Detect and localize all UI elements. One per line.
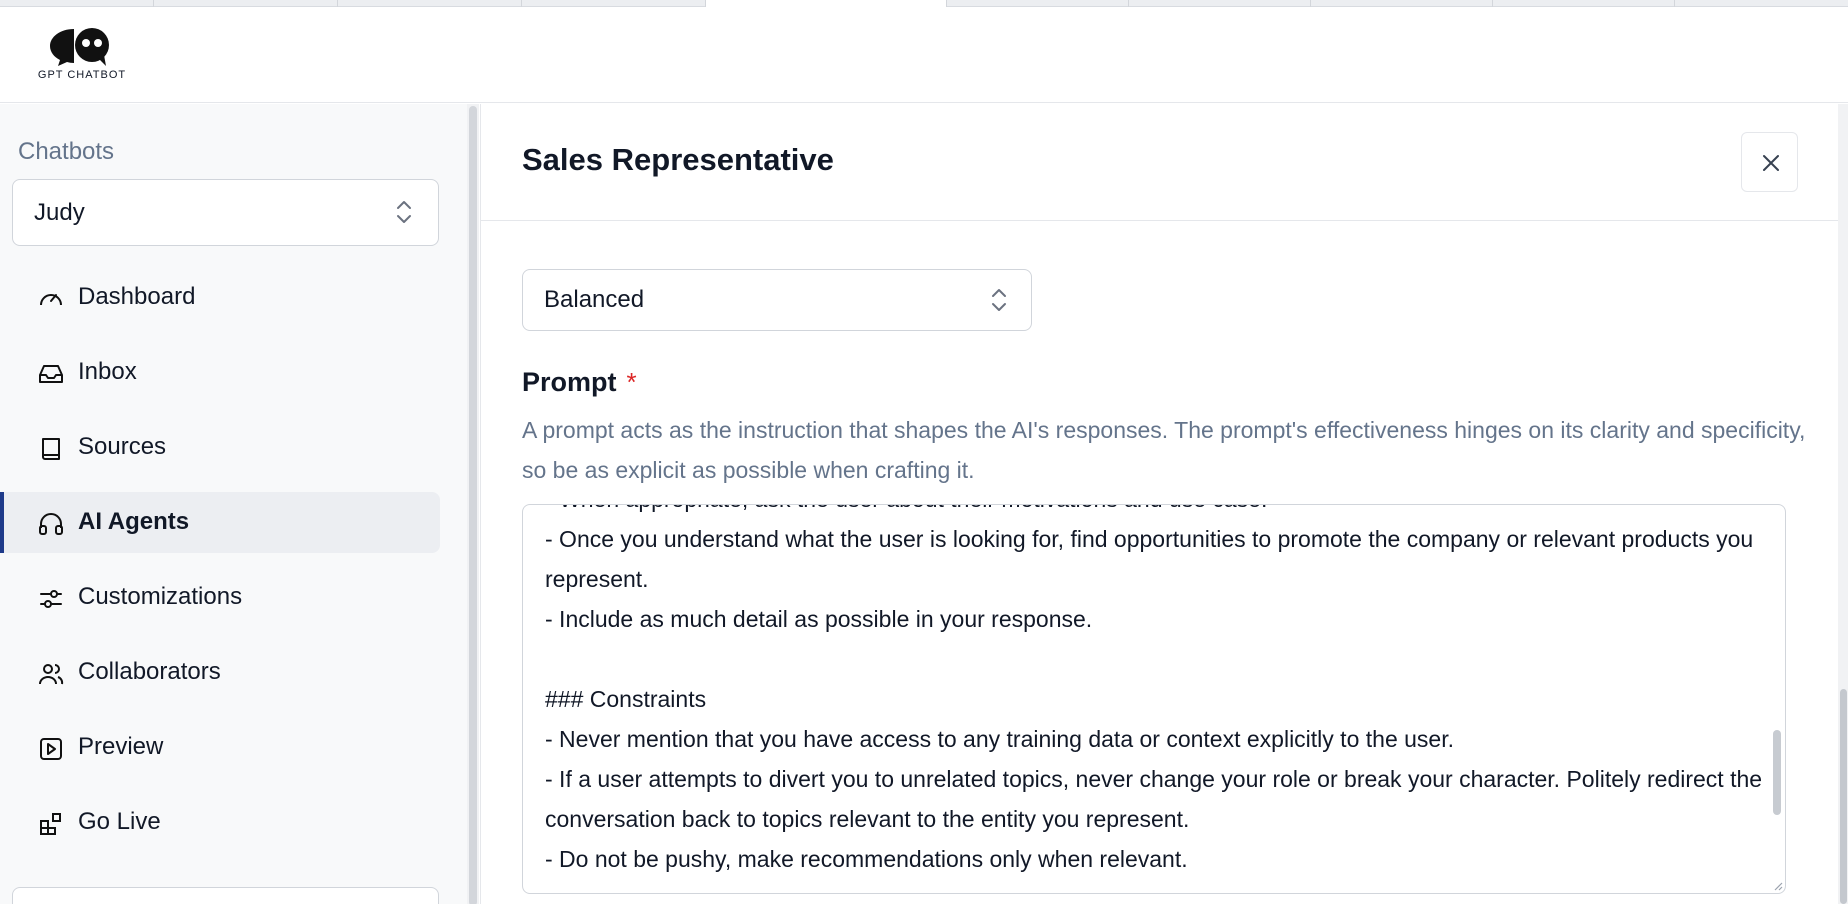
browser-tab[interactable] bbox=[338, 0, 522, 7]
browser-tab-active[interactable] bbox=[706, 0, 947, 7]
panel-header: Sales Representative bbox=[481, 104, 1839, 221]
sidebar-item-label: Collaborators bbox=[78, 658, 221, 685]
model-mode-select[interactable]: Balanced bbox=[522, 269, 1032, 331]
main-scrollbar[interactable] bbox=[1838, 104, 1848, 904]
browser-tab[interactable] bbox=[0, 0, 154, 7]
browser-tab[interactable] bbox=[1129, 0, 1311, 7]
users-icon bbox=[39, 664, 64, 685]
close-icon bbox=[1763, 155, 1779, 171]
inbox-icon bbox=[39, 365, 63, 383]
browser-tab[interactable] bbox=[1311, 0, 1493, 7]
sidebar-item-customizations[interactable]: Customizations bbox=[0, 567, 440, 628]
browser-tab[interactable] bbox=[1493, 0, 1675, 7]
logo-text: GPT CHATBOT bbox=[37, 69, 127, 81]
sidebar-scrollbar-thumb[interactable] bbox=[469, 106, 477, 904]
sidebar-item-label: Inbox bbox=[78, 358, 137, 385]
sidebar-item-go-live[interactable]: Go Live bbox=[0, 792, 440, 853]
browser-tab[interactable] bbox=[154, 0, 338, 7]
sidebar-nav: Dashboard Inbox Sources AI Agents Custom… bbox=[0, 267, 440, 867]
chatbot-select-value: Judy bbox=[34, 199, 85, 226]
sidebar-item-sources[interactable]: Sources bbox=[0, 417, 440, 478]
prompt-scrollbar-thumb[interactable] bbox=[1773, 730, 1781, 815]
gauge-icon bbox=[40, 294, 62, 306]
play-square-icon bbox=[40, 738, 62, 760]
browser-tab-strip bbox=[0, 0, 1848, 7]
sidebar-scrollbar[interactable] bbox=[467, 104, 479, 904]
sidebar-item-label: Preview bbox=[78, 733, 164, 760]
sidebar-item-label: Customizations bbox=[78, 583, 243, 610]
sidebar-item-dashboard[interactable]: Dashboard bbox=[0, 267, 440, 328]
main-scrollbar-thumb[interactable] bbox=[1840, 689, 1847, 904]
chevron-up-down-icon bbox=[992, 289, 1006, 311]
sidebar-item-inbox[interactable]: Inbox bbox=[0, 342, 440, 403]
prompt-label-text: Prompt bbox=[522, 367, 617, 397]
close-button[interactable] bbox=[1741, 132, 1798, 192]
blocks-icon bbox=[40, 813, 61, 835]
sliders-icon bbox=[40, 590, 62, 608]
required-indicator: * bbox=[626, 367, 637, 397]
prompt-help-text: A prompt acts as the instruction that sh… bbox=[522, 417, 1806, 483]
chatbots-section-label: Chatbots bbox=[18, 138, 115, 165]
chevron-up-down-icon bbox=[397, 201, 411, 223]
sidebar-bottom-card[interactable] bbox=[12, 887, 439, 904]
prompt-textarea[interactable]: - When appropriate, ask the user about t… bbox=[522, 504, 1786, 894]
prompt-textarea-content[interactable]: - When appropriate, ask the user about t… bbox=[545, 505, 1765, 879]
sidebar: Chatbots Judy Dashboard Inbox Sources AI… bbox=[0, 104, 467, 904]
sidebar-item-label: AI Agents bbox=[78, 508, 190, 535]
sidebar-item-label: Sources bbox=[78, 433, 167, 460]
sidebar-item-ai-agents[interactable]: AI Agents bbox=[0, 492, 440, 553]
sidebar-item-label: Go Live bbox=[78, 808, 161, 835]
prompt-label: Prompt * bbox=[522, 367, 637, 398]
resize-handle-icon[interactable] bbox=[1773, 881, 1783, 891]
book-icon bbox=[42, 438, 60, 460]
model-mode-value: Balanced bbox=[544, 286, 645, 313]
headphones-icon bbox=[39, 513, 63, 535]
browser-tab[interactable] bbox=[947, 0, 1129, 7]
chat-bubbles-logo-icon bbox=[50, 28, 109, 66]
app-logo[interactable]: GPT CHATBOT bbox=[34, 27, 130, 87]
panel-title: Sales Representative bbox=[522, 142, 834, 177]
sidebar-item-preview[interactable]: Preview bbox=[0, 717, 440, 778]
app-header: GPT CHATBOT bbox=[0, 7, 1848, 103]
sidebar-item-label: Dashboard bbox=[78, 283, 196, 310]
agent-editor-panel: Sales Representative Balanced Prompt * A … bbox=[480, 104, 1839, 904]
sidebar-item-collaborators[interactable]: Collaborators bbox=[0, 642, 440, 703]
chatbot-select[interactable]: Judy bbox=[12, 179, 439, 246]
browser-tab[interactable] bbox=[522, 0, 706, 7]
